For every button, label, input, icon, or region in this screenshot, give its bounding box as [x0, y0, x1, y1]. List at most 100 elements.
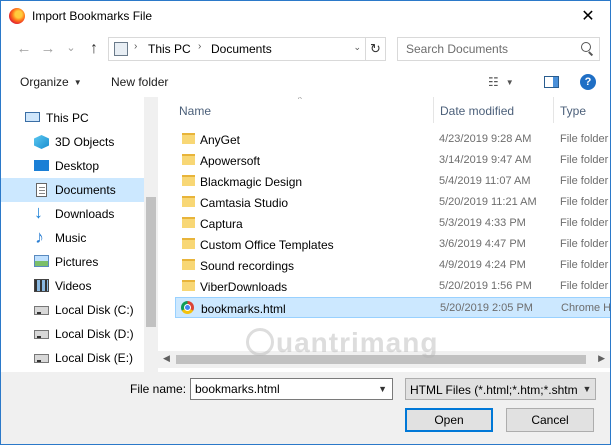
- watermark-text: uantrimang: [276, 327, 439, 358]
- refresh-button[interactable]: ↻: [365, 38, 385, 60]
- navigation-scrollbar[interactable]: [144, 97, 158, 372]
- file-name: Camtasia Studio: [200, 196, 289, 210]
- address-bar[interactable]: › This PC › Documents ⌄ ↻: [108, 37, 386, 61]
- column-header-name[interactable]: Name: [179, 104, 211, 118]
- chrome-html-icon: [181, 301, 194, 314]
- search-icon[interactable]: [581, 42, 591, 52]
- back-button[interactable]: ←: [15, 40, 33, 58]
- file-row-viberdownloads[interactable]: ViberDownloads 5/20/2019 1:56 PM File fo…: [175, 276, 610, 297]
- column-divider[interactable]: [433, 97, 434, 123]
- dialog-footer: File name: ▼ HTML Files (*.html;*.htm;*.…: [1, 372, 610, 444]
- file-date: 5/20/2019 2:05 PM: [440, 302, 533, 314]
- chevron-down-icon[interactable]: ▼: [378, 384, 387, 394]
- column-header-date[interactable]: Date modified: [440, 104, 514, 118]
- nav-item-videos[interactable]: Videos: [1, 274, 144, 298]
- breadcrumb-this-pc[interactable]: This PC: [148, 42, 191, 56]
- help-button[interactable]: ?: [580, 74, 596, 90]
- nav-item-3d-objects[interactable]: 3D Objects: [1, 130, 144, 154]
- nav-item-label: Videos: [55, 279, 92, 293]
- file-row-sound-recordings[interactable]: Sound recordings 4/9/2019 4:24 PM File f…: [175, 255, 610, 276]
- open-button[interactable]: Open: [405, 408, 493, 432]
- column-header-type[interactable]: Type: [560, 104, 586, 118]
- preview-pane-button[interactable]: [544, 76, 559, 88]
- address-dropdown-icon[interactable]: ⌄: [353, 42, 361, 53]
- cancel-button[interactable]: Cancel: [506, 408, 594, 432]
- folder-icon: [182, 238, 195, 249]
- organize-button[interactable]: Organize ▼: [20, 75, 82, 89]
- folder-icon: [182, 196, 195, 207]
- breadcrumb-separator-icon: ›: [198, 41, 202, 52]
- nav-item-this-pc[interactable]: This PC: [1, 106, 144, 130]
- close-button[interactable]: ✕: [566, 1, 610, 31]
- file-date: 5/20/2019 11:21 AM: [439, 196, 537, 208]
- nav-item-label: Music: [55, 231, 87, 245]
- file-type-select[interactable]: HTML Files (*.html;*.htm;*.shtm ▼: [405, 378, 596, 400]
- nav-item-label: Local Disk (E:): [55, 351, 134, 365]
- scroll-right-icon[interactable]: ▶: [598, 353, 605, 364]
- scrollbar-thumb[interactable]: [146, 197, 156, 327]
- file-type-value: HTML Files (*.html;*.htm;*.shtm: [410, 383, 578, 397]
- nav-item-label: Documents: [55, 183, 116, 197]
- file-row-apowersoft[interactable]: Apowersoft 3/14/2019 9:47 AM File folder: [175, 150, 610, 171]
- nav-item-documents[interactable]: Documents: [1, 178, 144, 202]
- file-type: Chrome H: [561, 302, 610, 314]
- file-name: bookmarks.html: [201, 302, 286, 316]
- nav-item-label: Local Disk (C:): [55, 303, 134, 317]
- file-row-captura[interactable]: Captura 5/3/2019 4:33 PM File folder: [175, 213, 610, 234]
- file-name-label: File name:: [130, 382, 187, 396]
- file-date: 3/6/2019 4:47 PM: [439, 238, 526, 250]
- address-row: ← → ⌄ ↑ › This PC › Documents ⌄ ↻: [1, 31, 610, 67]
- search-input[interactable]: [398, 38, 578, 60]
- file-date: 4/23/2019 9:28 AM: [439, 133, 532, 145]
- nav-item-desktop[interactable]: Desktop: [1, 154, 144, 178]
- nav-item-downloads[interactable]: Downloads: [1, 202, 144, 226]
- search-box[interactable]: [397, 37, 600, 61]
- folder-icon: [182, 175, 195, 186]
- downloads-icon: [34, 202, 48, 223]
- nav-item-music[interactable]: Music: [1, 226, 144, 250]
- file-type: File folder: [560, 280, 609, 292]
- file-row-custom-office-templates[interactable]: Custom Office Templates 3/6/2019 4:47 PM…: [175, 234, 610, 255]
- file-row-camtasia-studio[interactable]: Camtasia Studio 5/20/2019 11:21 AM File …: [175, 192, 610, 213]
- nav-item-local-disk-e[interactable]: Local Disk (E:): [1, 346, 144, 370]
- file-row-bookmarks-html[interactable]: bookmarks.html 5/20/2019 2:05 PM Chrome …: [175, 297, 610, 318]
- change-view-button[interactable]: ☷ ▼: [488, 75, 514, 89]
- file-date: 4/9/2019 4:24 PM: [439, 259, 526, 271]
- folder-icon: [182, 154, 195, 165]
- import-bookmarks-dialog: Import Bookmarks File ✕ ← → ⌄ ↑ › This P…: [0, 0, 611, 445]
- file-name-input[interactable]: [191, 379, 371, 399]
- nav-item-pictures[interactable]: Pictures: [1, 250, 144, 274]
- disk-icon: [34, 354, 49, 363]
- disk-icon: [34, 330, 49, 339]
- file-name-combobox[interactable]: ▼: [190, 378, 393, 400]
- file-date: 5/20/2019 1:56 PM: [439, 280, 532, 292]
- recent-locations-button[interactable]: ⌄: [62, 39, 80, 57]
- nav-item-local-disk-c[interactable]: Local Disk (C:): [1, 298, 144, 322]
- new-folder-button[interactable]: New folder: [111, 75, 168, 89]
- nav-item-label: This PC: [46, 111, 89, 125]
- up-button[interactable]: ↑: [85, 40, 103, 58]
- nav-item-local-disk-d[interactable]: Local Disk (D:): [1, 322, 144, 346]
- firefox-icon: [9, 8, 25, 24]
- file-date: 5/4/2019 11:07 AM: [439, 175, 531, 187]
- file-name: Blackmagic Design: [200, 175, 303, 189]
- 3d-objects-icon: [34, 135, 49, 149]
- file-row-anyget[interactable]: AnyGet 4/23/2019 9:28 AM File folder: [175, 129, 610, 150]
- forward-button[interactable]: →: [39, 40, 57, 58]
- scroll-left-icon[interactable]: ◀: [163, 353, 170, 364]
- column-divider[interactable]: [553, 97, 554, 123]
- file-name: ViberDownloads: [200, 280, 288, 294]
- chevron-down-icon: ▼: [505, 78, 514, 87]
- folder-icon: [182, 259, 195, 270]
- file-name: AnyGet: [200, 133, 241, 147]
- breadcrumb-documents[interactable]: Documents: [211, 42, 272, 56]
- nav-item-label: Local Disk (D:): [55, 327, 134, 341]
- file-row-blackmagic-design[interactable]: Blackmagic Design 5/4/2019 11:07 AM File…: [175, 171, 610, 192]
- file-date: 5/3/2019 4:33 PM: [439, 217, 526, 229]
- nav-item-label: Downloads: [55, 207, 115, 221]
- folder-icon: [182, 217, 195, 228]
- breadcrumb-separator-icon: ›: [134, 41, 138, 52]
- file-type: File folder: [560, 238, 609, 250]
- file-type: File folder: [560, 133, 609, 145]
- chevron-down-icon[interactable]: ▼: [579, 379, 595, 399]
